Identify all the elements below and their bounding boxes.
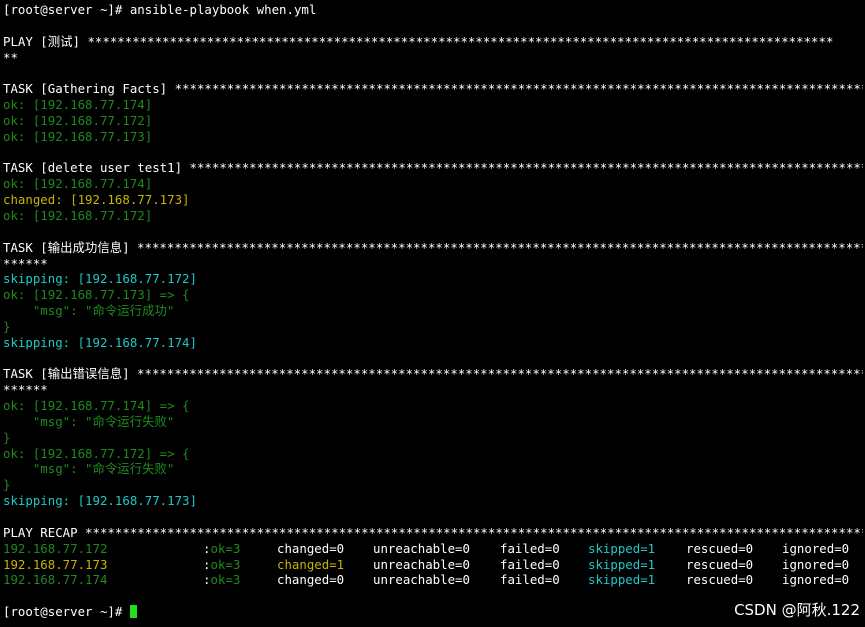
recap-colon: : ok=3 <box>203 540 241 556</box>
recap-ok: ok=3 <box>210 572 241 588</box>
task-result-ok: ok: [192.168.77.172] => { <box>3 445 190 461</box>
recap-skipped: skipped=1 <box>588 556 656 572</box>
recap-unreachable: unreachable=0 <box>373 572 470 588</box>
task-result-changed: changed: [192.168.77.173] <box>3 192 190 208</box>
task-header-continuation: ****** <box>3 255 48 271</box>
recap-failed: failed=0 <box>500 556 560 572</box>
task-result-close: } <box>3 477 11 493</box>
recap-ignored: ignored=0 <box>782 556 850 572</box>
recap-rescued: rescued=0 <box>686 540 754 556</box>
task-result-ok: ok: [192.168.77.173] <box>3 128 153 144</box>
task-header-continuation: ****** <box>3 382 48 398</box>
recap-host: 192.168.77.173 <box>3 556 108 572</box>
recap-row: 192.168.77.172 : ok=3 changed=0 unreacha… <box>3 541 863 557</box>
recap-unreachable: unreachable=0 <box>373 540 470 556</box>
cursor-block-icon <box>129 605 137 619</box>
recap-rescued: rescued=0 <box>686 556 754 572</box>
task-header-error-info: TASK [输出错误信息] **************************… <box>3 366 863 382</box>
command-line: [root@server ~]# ansible-playbook when.y… <box>3 2 863 18</box>
terminal-output[interactable]: [root@server ~]# ansible-playbook when.y… <box>3 2 863 620</box>
recap-skipped: skipped=1 <box>588 572 656 588</box>
recap-skipped: skipped=1 <box>588 540 656 556</box>
task-result-ok: ok: [192.168.77.174] => { <box>3 398 190 414</box>
play-recap-header: PLAY RECAP *****************************… <box>3 524 863 540</box>
task-result-skipping: skipping: [192.168.77.172] <box>3 271 197 287</box>
task-result-msg: "msg": "命令运行失败" <box>3 413 175 429</box>
recap-ignored: ignored=0 <box>782 572 850 588</box>
task-result-close: } <box>3 318 11 334</box>
recap-failed: failed=0 <box>500 540 560 556</box>
recap-rescued: rescued=0 <box>686 572 754 588</box>
recap-colon: : ok=3 <box>203 572 241 588</box>
task-header-delete-user: TASK [delete user test1] ***************… <box>3 160 863 176</box>
watermark: CSDN @阿秋.122 <box>734 601 860 619</box>
recap-changed: changed=0 <box>277 540 345 556</box>
play-header: PLAY [测试] ******************************… <box>3 33 834 49</box>
recap-ignored: ignored=0 <box>782 540 850 556</box>
recap-ok: ok=3 <box>210 556 241 572</box>
task-result-skipping: skipping: [192.168.77.173] <box>3 493 197 509</box>
task-result-ok: ok: [192.168.77.172] <box>3 112 153 128</box>
task-result-msg: "msg": "命令运行失败" <box>3 461 175 477</box>
task-header-gathering-facts: TASK [Gathering Facts] *****************… <box>3 81 863 97</box>
shell-prompt: [root@server ~]# <box>3 2 130 17</box>
task-result-ok: ok: [192.168.77.174] <box>3 97 153 113</box>
recap-changed: changed=0 <box>277 572 345 588</box>
recap-host: 192.168.77.172 <box>3 540 108 556</box>
play-header-continuation: ** <box>3 49 18 65</box>
task-result-ok: ok: [192.168.77.174] <box>3 176 153 192</box>
task-result-ok: ok: [192.168.77.172] <box>3 207 153 223</box>
recap-ok: ok=3 <box>210 540 241 556</box>
task-result-skipping: skipping: [192.168.77.174] <box>3 334 197 350</box>
recap-row: 192.168.77.173 : ok=3 changed=1 unreacha… <box>3 557 863 573</box>
task-result-msg: "msg": "命令运行成功" <box>3 303 175 319</box>
recap-changed: changed=1 <box>277 556 345 572</box>
shell-prompt: [root@server ~]# <box>3 604 130 620</box>
recap-failed: failed=0 <box>500 572 560 588</box>
recap-colon: : ok=3 <box>203 556 241 572</box>
task-header-success-info: TASK [输出成功信息] **************************… <box>3 239 863 255</box>
task-result-close: } <box>3 429 11 445</box>
task-result-ok: ok: [192.168.77.173] => { <box>3 287 190 303</box>
recap-unreachable: unreachable=0 <box>373 556 470 572</box>
recap-row: 192.168.77.174 : ok=3 changed=0 unreacha… <box>3 572 863 588</box>
recap-host: 192.168.77.174 <box>3 572 108 588</box>
command-text: ansible-playbook when.yml <box>129 2 317 17</box>
